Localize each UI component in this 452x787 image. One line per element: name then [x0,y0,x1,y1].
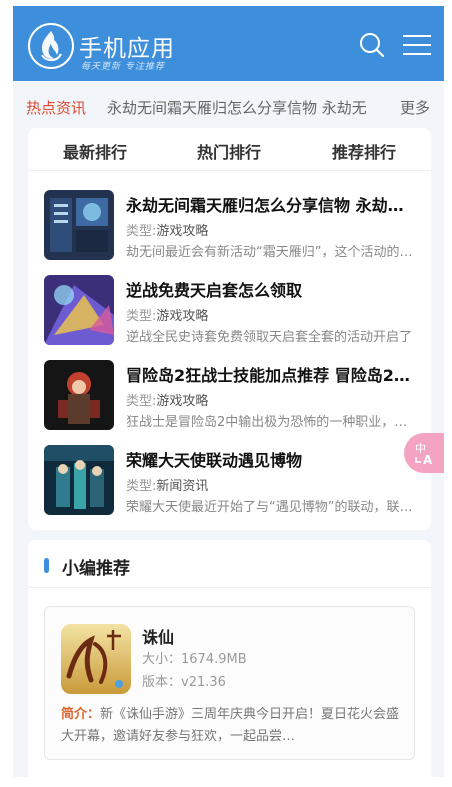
svg-text:A: A [423,453,433,467]
site-title[interactable]: 手机应用 [79,29,175,63]
article-thumbnail [44,360,114,430]
section-marker [44,558,49,573]
article-type-value: 游戏攻略 [156,309,209,324]
list-item[interactable]: 冒险岛2狂战士技能加点推荐 冒险岛2狂战士怎么加点 类型:游戏攻略 狂战士是冒险… [44,360,416,432]
article-description: 狂战士是冒险岛2中输出极为恐怖的一种职业，那么狂战士怎么加点 [126,415,414,430]
section-header: 小编推荐 [28,540,431,588]
article-thumbnail [44,445,114,515]
translate-icon[interactable]: 中 A [404,433,444,473]
section-title: 小编推荐 [62,559,130,579]
tab-latest[interactable]: 最新排行 [63,139,127,163]
ranking-tabs: 最新排行 热门排行 推荐排行 [28,128,431,171]
article-title: 荣耀大天使联动遇见博物 [126,451,303,470]
article-type: 类型:游戏攻略 [126,305,208,324]
site-slogan: 每天更新 专注推荐 [81,62,165,72]
game-item[interactable]: 诛仙 大小：1674.9MB 版本：v21.36 简介：新《诛仙手游》三周年庆典… [44,606,415,760]
tab-recommended[interactable]: 推荐排行 [332,139,396,163]
article-thumbnail [44,275,114,345]
list-item[interactable]: 永劫无间霜天雁归怎么分享信物 永劫无间霜天雁归信物分享方法 类型:游戏攻略 劫无… [44,190,416,262]
site-header: 手机应用 每天更新 专注推荐 [13,6,444,81]
list-item[interactable]: 荣耀大天使联动遇见博物 类型:新闻资讯 荣耀大天使最近开始了与“遇见博物”的联动… [44,445,416,517]
hot-news-text[interactable]: 永劫无间霜天雁归怎么分享信物 永劫无 [107,97,391,118]
game-size-value: 1674.9MB [181,652,247,667]
article-description: 荣耀大天使最近开始了与“遇见博物”的联动，联动活动有哪些 [126,500,414,515]
game-size: 大小：1674.9MB [142,648,247,667]
hot-news-label: 热点资讯 [26,99,87,117]
game-description: 简介：新《诛仙手游》三周年庆典今日开启！夏日花火会盛大开幕，邀请好友参与狂欢，一… [61,704,401,748]
search-icon[interactable] [359,32,385,58]
menu-icon[interactable] [403,33,431,57]
article-type-value: 游戏攻略 [156,394,209,409]
list-item[interactable]: 逆战免费天启套怎么领取 类型:游戏攻略 逆战全民史诗套免费领取天启套全套的活动开… [44,275,416,347]
game-description-text: 新《诛仙手游》三周年庆典今日开启！夏日花火会盛大开幕，邀请好友参与狂欢，一起品尝… [61,707,400,744]
page-frame: 手机应用 每天更新 专注推荐 热点资讯 永劫无间霜天雁归怎么分享信物 永劫无 更… [13,6,444,777]
article-title: 逆战免费天启套怎么领取 [126,281,303,300]
article-title: 永劫无间霜天雁归怎么分享信物 永劫无间霜天雁归信物分享方法 [126,196,414,215]
article-type-label: 类型: [126,479,157,494]
article-type-value: 新闻资讯 [156,479,209,494]
flame-logo-icon[interactable] [28,23,74,69]
ranking-card: 最新排行 热门排行 推荐排行 永劫无间霜天雁归怎么分享信物 永劫无间霜天雁归信物… [28,128,431,530]
game-version-label: 版本： [142,675,182,690]
tab-hot[interactable]: 热门排行 [197,139,261,163]
article-type-label: 类型: [126,309,157,324]
article-type: 类型:游戏攻略 [126,220,208,239]
game-version-value: v21.36 [181,675,226,690]
article-type-label: 类型: [126,224,157,239]
article-type: 类型:新闻资讯 [126,475,208,494]
game-size-label: 大小： [142,652,182,667]
game-description-label: 简介： [61,707,101,722]
game-icon [61,624,131,694]
article-description: 逆战全民史诗套免费领取天启套全套的活动开启了 [126,330,413,345]
article-thumbnail [44,190,114,260]
article-description: 劫无间最近会有新活动“霜天雁归”，这个活动的信物怎么分享呢 [126,245,414,260]
game-name: 诛仙 [142,628,175,647]
editor-recommend-card: 小编推荐 诛仙 大小：1674.9MB 版本：v21.36 简介：新《诛仙手游》… [28,540,431,777]
article-title: 冒险岛2狂战士技能加点推荐 冒险岛2狂战士怎么加点 [126,366,414,385]
more-link[interactable]: 更多 [400,97,430,118]
game-version: 版本：v21.36 [142,671,226,690]
article-type-value: 游戏攻略 [156,224,209,239]
article-type: 类型:游戏攻略 [126,390,208,409]
article-type-label: 类型: [126,394,157,409]
hot-news-ticker: 热点资讯 永劫无间霜天雁归怎么分享信物 永劫无 更多 [13,86,444,126]
